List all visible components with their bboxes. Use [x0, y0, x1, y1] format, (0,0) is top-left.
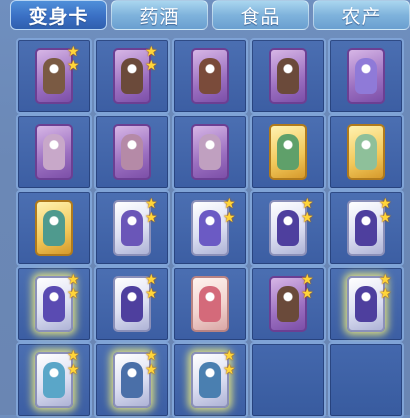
character-portrait-icon [277, 134, 299, 170]
star-icon: ★ [67, 348, 80, 364]
star-icon: ★ [67, 272, 80, 288]
inventory-slot[interactable]: ★ ★ [250, 266, 326, 342]
inventory-slot[interactable]: ★ ★ [94, 342, 170, 418]
inventory-slot[interactable]: ★ ★ [94, 38, 170, 114]
character-portrait-icon [199, 210, 221, 246]
transform-card-icon [113, 124, 151, 180]
star-icon: ★ [145, 196, 158, 212]
star-icon: ★ [223, 362, 236, 378]
star-icon: ★ [67, 58, 80, 74]
inventory-slot[interactable] [250, 114, 326, 190]
inventory-slot[interactable]: ★ ★ [250, 190, 326, 266]
transform-card-icon [35, 200, 73, 256]
tab-transform-card[interactable]: 变身卡 [10, 0, 107, 30]
star-icon: ★ [145, 286, 158, 302]
star-icon: ★ [67, 362, 80, 378]
star-icon: ★ [301, 210, 314, 226]
star-icon: ★ [301, 286, 314, 302]
star-icon: ★ [145, 348, 158, 364]
empty-inventory-slot[interactable] [328, 342, 404, 418]
star-icon: ★ [379, 196, 392, 212]
character-portrait-icon [121, 210, 143, 246]
transform-card-icon [347, 48, 385, 104]
character-portrait-icon [355, 134, 377, 170]
character-portrait-icon [43, 210, 65, 246]
inventory-slot[interactable] [94, 114, 170, 190]
inventory-slot[interactable]: ★ ★ [172, 342, 248, 418]
inventory-slot[interactable] [16, 190, 92, 266]
star-icon: ★ [67, 286, 80, 302]
inventory-slot[interactable] [16, 114, 92, 190]
character-portrait-icon [43, 58, 65, 94]
tab-farm-produce[interactable]: 农产 [313, 0, 410, 30]
transform-card-icon [35, 124, 73, 180]
inventory-slot[interactable]: ★ ★ [16, 38, 92, 114]
star-icon: ★ [379, 272, 392, 288]
star-icon: ★ [223, 210, 236, 226]
inventory-slot[interactable] [328, 114, 404, 190]
character-portrait-icon [355, 210, 377, 246]
inventory-slot[interactable] [172, 38, 248, 114]
star-icon: ★ [145, 44, 158, 60]
star-icon: ★ [379, 210, 392, 226]
character-portrait-icon [43, 362, 65, 398]
inventory-slot[interactable]: ★ ★ [94, 190, 170, 266]
character-portrait-icon [121, 134, 143, 170]
inventory-slot[interactable] [172, 266, 248, 342]
star-icon: ★ [145, 210, 158, 226]
tab-medicine-wine[interactable]: 药酒 [111, 0, 208, 30]
tab-bar: 变身卡 药酒 食品 农产 [10, 0, 410, 34]
inventory-slot[interactable]: ★ ★ [16, 266, 92, 342]
character-portrait-icon [199, 58, 221, 94]
star-icon: ★ [145, 362, 158, 378]
star-icon: ★ [145, 272, 158, 288]
character-portrait-icon [199, 362, 221, 398]
transform-card-icon [347, 124, 385, 180]
character-portrait-icon [43, 286, 65, 322]
character-portrait-icon [277, 286, 299, 322]
star-icon: ★ [145, 58, 158, 74]
star-icon: ★ [223, 196, 236, 212]
character-portrait-icon [121, 362, 143, 398]
inventory-slot[interactable] [250, 38, 326, 114]
inventory-slot[interactable] [172, 114, 248, 190]
transform-card-icon [269, 124, 307, 180]
character-portrait-icon [277, 210, 299, 246]
character-portrait-icon [199, 286, 221, 322]
inventory-slot[interactable]: ★ ★ [328, 190, 404, 266]
transform-card-icon [191, 276, 229, 332]
star-icon: ★ [379, 286, 392, 302]
transform-card-icon [191, 48, 229, 104]
character-portrait-icon [355, 58, 377, 94]
inventory-slot[interactable]: ★ ★ [172, 190, 248, 266]
transform-card-icon [191, 124, 229, 180]
character-portrait-icon [277, 58, 299, 94]
star-icon: ★ [301, 196, 314, 212]
inventory-slot[interactable]: ★ ★ [94, 266, 170, 342]
character-portrait-icon [355, 286, 377, 322]
character-portrait-icon [121, 58, 143, 94]
character-portrait-icon [121, 286, 143, 322]
character-portrait-icon [199, 134, 221, 170]
inventory-slot[interactable]: ★ ★ [328, 266, 404, 342]
inventory-slot[interactable] [328, 38, 404, 114]
tab-food[interactable]: 食品 [212, 0, 309, 30]
transform-card-icon [269, 48, 307, 104]
star-icon: ★ [67, 44, 80, 60]
inventory-grid: ★ ★ ★ ★ ★ ★ ★ ★ ★ ★ ★ ★ ★ ★ ★ ★ ★ ★ ★ ★ ★ ★ ★ ★ ★ ★ [16, 38, 404, 418]
character-portrait-icon [43, 134, 65, 170]
inventory-slot[interactable]: ★ ★ [16, 342, 92, 418]
star-icon: ★ [223, 348, 236, 364]
star-icon: ★ [301, 272, 314, 288]
empty-inventory-slot[interactable] [250, 342, 326, 418]
